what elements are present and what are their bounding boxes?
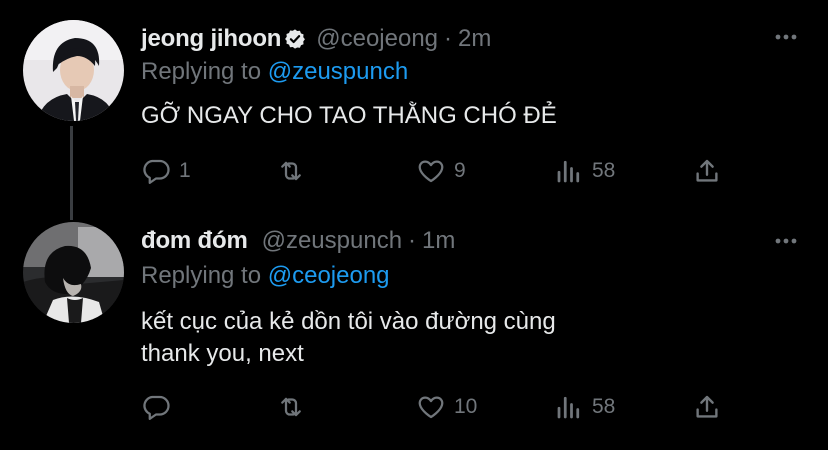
share-icon (696, 159, 718, 182)
avatar-image (23, 20, 124, 121)
replying-to: Replying to @zeuspunch (141, 58, 408, 86)
heart-icon (418, 396, 444, 419)
reply-count: 1 (179, 159, 191, 182)
action-bar: 10 58 (0, 392, 828, 428)
tweet-header: jeong jihoon @ceojeong · 2m (141, 22, 491, 56)
tweet-text-line: GỠ NGAY CHO TAO THẰNG CHÓ ĐẺ (141, 102, 557, 129)
share-icon (696, 395, 718, 418)
more-icon[interactable] (774, 229, 798, 253)
display-name[interactable]: đom đóm (141, 227, 248, 255)
share-button[interactable] (692, 392, 722, 422)
separator-dot: · (444, 25, 453, 52)
tweet-text: kết cục của kẻ dồn tôi vào đường cùng th… (141, 306, 556, 370)
tweet-text-line: kết cục của kẻ dồn tôi vào đường cùng (141, 308, 556, 335)
like-count: 10 (454, 395, 478, 418)
tweet-2[interactable]: đom đóm @zeuspunch · 1m Replying to @ceo… (0, 220, 828, 450)
reply-icon (143, 159, 170, 184)
views-count: 58 (592, 395, 616, 418)
avatar-image (23, 222, 124, 323)
views-icon (557, 396, 580, 419)
tweet-header: đom đóm @zeuspunch · 1m (141, 224, 455, 258)
like-button[interactable]: 10 (416, 392, 477, 422)
separator-dot: · (408, 227, 417, 254)
like-count: 9 (454, 159, 466, 182)
user-handle[interactable]: @ceojeong (316, 25, 438, 53)
action-bar: 1 9 58 (0, 156, 828, 192)
mention-link[interactable]: @zeuspunch (268, 58, 408, 85)
tweet-text: GỠ NGAY CHO TAO THẰNG CHÓ ĐẺ (141, 100, 557, 132)
views-icon (557, 160, 580, 183)
display-name[interactable]: jeong jihoon (141, 25, 281, 53)
like-button[interactable]: 9 (416, 156, 466, 186)
replying-prefix: Replying to (141, 58, 262, 85)
retweet-button[interactable] (276, 156, 314, 186)
verified-badge-icon (285, 29, 306, 49)
reply-button[interactable]: 1 (141, 156, 191, 186)
retweet-button[interactable] (276, 392, 314, 422)
tweet-text-line: thank you, next (141, 340, 304, 367)
replying-prefix: Replying to (141, 262, 262, 289)
views-count: 58 (592, 159, 616, 182)
timestamp[interactable]: 1m (422, 227, 455, 255)
more-icon[interactable] (774, 25, 798, 49)
replying-to: Replying to @ceojeong (141, 262, 390, 290)
views-button[interactable]: 58 (554, 392, 615, 422)
avatar[interactable] (23, 20, 124, 121)
views-button[interactable]: 58 (554, 156, 615, 186)
reply-button[interactable] (141, 392, 179, 422)
heart-icon (418, 160, 444, 183)
retweet-icon (281, 397, 301, 417)
share-button[interactable] (692, 156, 722, 186)
avatar[interactable] (23, 222, 124, 323)
timestamp[interactable]: 2m (458, 25, 491, 53)
retweet-icon (281, 161, 301, 181)
user-handle[interactable]: @zeuspunch (262, 227, 402, 255)
tweet-1[interactable]: jeong jihoon @ceojeong · 2m Replying to … (0, 0, 828, 220)
reply-icon (143, 395, 170, 420)
mention-link[interactable]: @ceojeong (268, 262, 390, 289)
